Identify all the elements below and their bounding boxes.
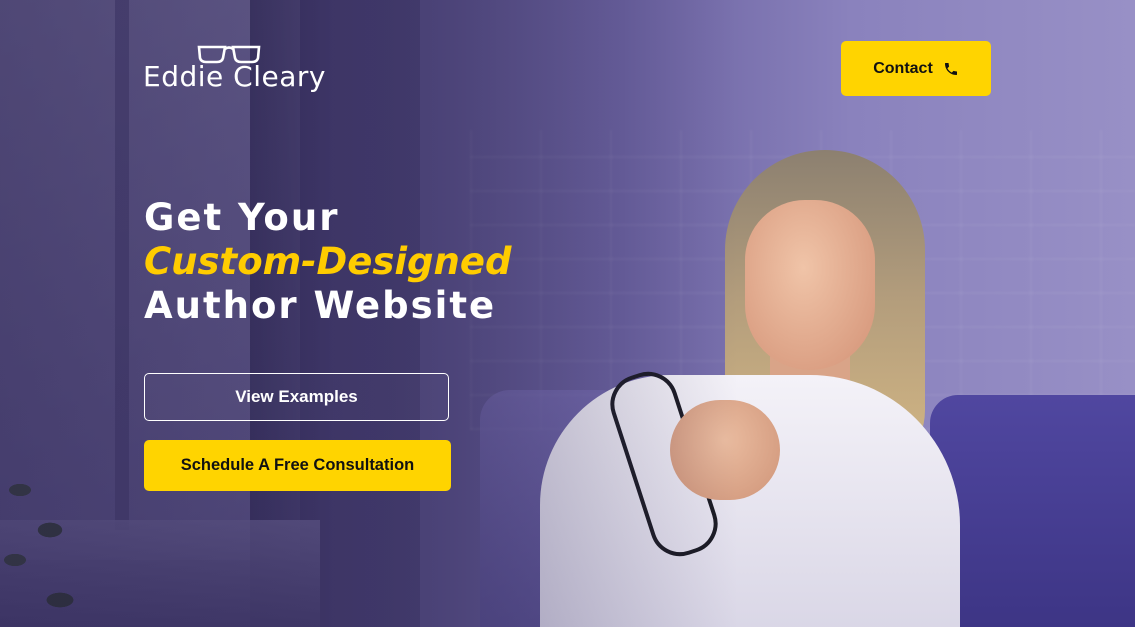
schedule-consultation-button[interactable]: Schedule A Free Consultation bbox=[144, 440, 451, 491]
brand-name: Eddie Cleary bbox=[143, 60, 326, 93]
hero-headline: Get Your Custom-Designed Author Website bbox=[144, 196, 512, 328]
view-examples-label: View Examples bbox=[235, 387, 358, 406]
contact-button-label: Contact bbox=[873, 59, 933, 77]
site-logo[interactable]: Eddie Cleary bbox=[143, 44, 333, 100]
headline-line-2: Custom-Designed bbox=[144, 240, 512, 283]
schedule-consultation-label: Schedule A Free Consultation bbox=[180, 456, 415, 474]
view-examples-button[interactable]: View Examples bbox=[144, 373, 449, 421]
headline-line-1: Get Your bbox=[144, 196, 340, 239]
headline-line-3: Author Website bbox=[144, 284, 497, 327]
phone-icon bbox=[944, 62, 957, 75]
contact-button[interactable]: Contact bbox=[841, 41, 991, 96]
